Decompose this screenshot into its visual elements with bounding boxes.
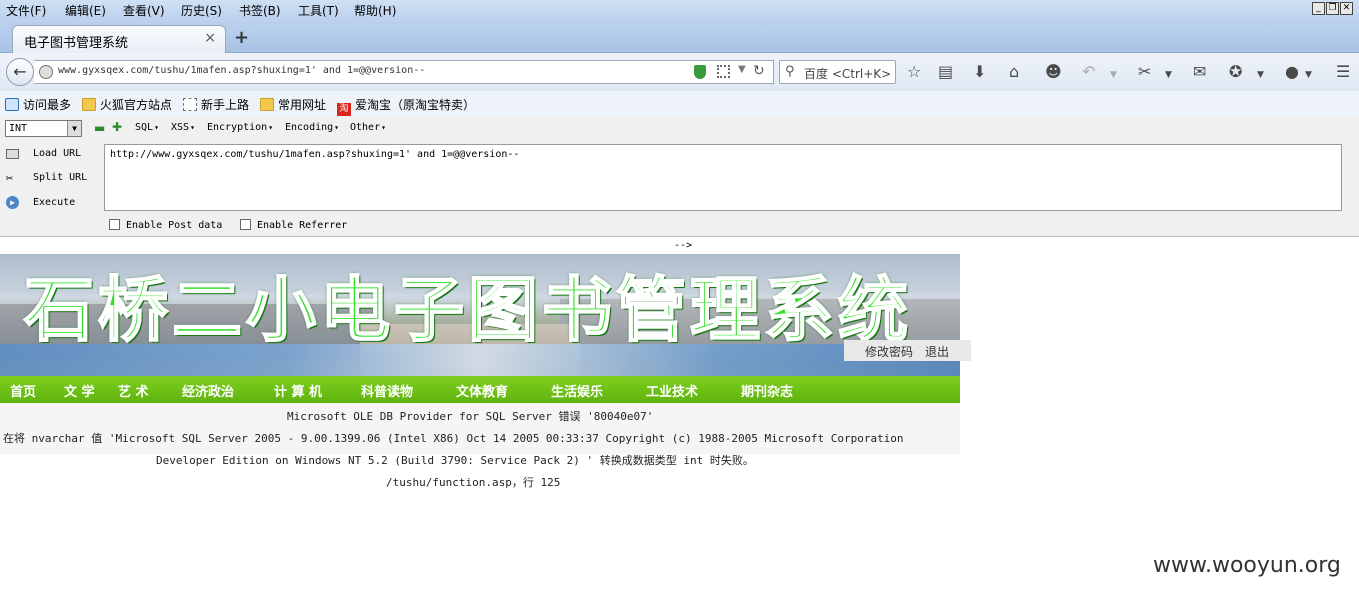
bug-icon[interactable]: ✪ xyxy=(1229,63,1242,81)
menu-bookmarks[interactable]: 书签(B) xyxy=(239,2,281,19)
undo-dropdown-icon[interactable]: ▼ xyxy=(1110,66,1117,84)
sql-menu[interactable]: SQL xyxy=(135,122,159,133)
logout-link[interactable]: 退出 xyxy=(925,343,949,360)
nav-economics[interactable]: 经济政治 xyxy=(182,381,234,400)
taobao-icon: 淘 xyxy=(337,103,351,116)
error-message-line-2: Developer Edition on Windows NT 5.2 (Bui… xyxy=(156,454,754,467)
chat-icon[interactable]: ☻ xyxy=(1045,63,1062,81)
home-icon[interactable]: ⌂ xyxy=(1009,63,1019,81)
account-links: 修改密码 退出 xyxy=(844,340,971,361)
nav-sports-education[interactable]: 文体教育 xyxy=(456,381,508,400)
menu-history[interactable]: 历史(S) xyxy=(181,2,222,19)
tab-title: 电子图书管理系统 xyxy=(24,36,129,51)
checkbox-icon xyxy=(240,219,251,230)
banner-title: 石桥二小电子图书管理系统 xyxy=(23,268,912,352)
nav-popular-science[interactable]: 科普读物 xyxy=(361,381,413,400)
back-button[interactable]: ← xyxy=(6,58,34,86)
url-text[interactable]: www.gyxsqex.com/tushu/1mafen.asp?shuxing… xyxy=(58,65,425,76)
type-select-value: INT xyxy=(9,123,28,134)
search-icon: ⚲ xyxy=(785,64,795,79)
undo-icon[interactable]: ↶ xyxy=(1082,63,1095,81)
nav-home[interactable]: 首页 xyxy=(10,381,36,400)
menu-bar: 文件(F) 编辑(E) 查看(V) 历史(S) 书签(B) 工具(T) 帮助(H… xyxy=(0,0,1359,20)
arrow-left-icon: ← xyxy=(13,62,27,81)
increase-icon[interactable]: ✚ xyxy=(112,120,122,134)
bookmark-firefox-site[interactable]: 火狐官方站点 xyxy=(82,96,172,113)
minimize-icon[interactable]: _ xyxy=(1312,2,1325,15)
window-controls: _ ❐ ✕ xyxy=(1312,2,1353,15)
bookmark-most-visited[interactable]: 访问最多 xyxy=(5,96,71,113)
enable-referrer-checkbox[interactable]: Enable Referrer xyxy=(240,219,347,231)
hackbar-panel: INT ▼ ▬ ✚ SQL XSS Encryption Encoding Ot… xyxy=(0,116,1359,237)
navigation-bar: ← www.gyxsqex.com/tushu/1mafen.asp?shuxi… xyxy=(0,53,1359,91)
search-placeholder: 百度 <Ctrl+K> xyxy=(804,67,892,81)
decrease-icon[interactable]: ▬ xyxy=(94,121,105,135)
menu-help[interactable]: 帮助(H) xyxy=(354,2,396,19)
encoding-menu[interactable]: Encoding xyxy=(285,122,339,133)
bookmark-common-sites[interactable]: 常用网址 xyxy=(260,96,326,113)
other-menu[interactable]: Other xyxy=(350,122,386,133)
nav-industry[interactable]: 工业技术 xyxy=(646,381,698,400)
restore-icon[interactable]: ❐ xyxy=(1326,2,1339,15)
nav-literature[interactable]: 文 学 xyxy=(64,381,95,400)
load-url-icon xyxy=(6,149,19,159)
user-dropdown-icon[interactable]: ▼ xyxy=(1305,66,1312,84)
enable-post-checkbox[interactable]: Enable Post data xyxy=(109,219,222,231)
html-comment-tail: --> xyxy=(674,240,693,251)
tab-strip: 电子图书管理系统 × + xyxy=(0,20,1359,54)
nav-periodicals[interactable]: 期刊杂志 xyxy=(741,381,793,400)
nav-lifestyle[interactable]: 生活娱乐 xyxy=(551,381,603,400)
chevron-down-icon[interactable]: ▼ xyxy=(67,121,81,136)
page-icon xyxy=(183,98,197,111)
type-select[interactable]: INT ▼ xyxy=(5,120,82,137)
url-textarea-value: http://www.gyxsqex.com/tushu/1mafen.asp?… xyxy=(110,149,520,160)
close-window-icon[interactable]: ✕ xyxy=(1340,2,1353,15)
close-icon[interactable]: × xyxy=(204,30,216,46)
download-icon[interactable]: ⬇ xyxy=(973,63,986,81)
watermark: www.wooyun.org xyxy=(1153,553,1341,578)
reading-list-icon[interactable]: ▤ xyxy=(938,63,953,81)
error-location: /tushu/function.asp，行 125 xyxy=(386,476,561,489)
address-bar[interactable]: www.gyxsqex.com/tushu/1mafen.asp?shuxing… xyxy=(34,60,774,84)
bookmark-taobao[interactable]: 淘爱淘宝（原淘宝特卖） xyxy=(337,96,475,116)
xss-menu[interactable]: XSS xyxy=(171,122,195,133)
encryption-menu[interactable]: Encryption xyxy=(207,122,273,133)
scissors-icon: ✂ xyxy=(6,171,14,185)
nav-art[interactable]: 艺 术 xyxy=(118,381,149,400)
visit-icon xyxy=(5,98,19,111)
bookmarks-bar: 访问最多 火狐官方站点 新手上路 常用网址 淘爱淘宝（原淘宝特卖） xyxy=(0,91,1359,116)
shield-icon[interactable] xyxy=(694,65,706,79)
bug-dropdown-icon[interactable]: ▼ xyxy=(1257,66,1264,84)
qr-code-icon[interactable] xyxy=(717,65,730,78)
change-password-link[interactable]: 修改密码 xyxy=(865,343,913,360)
url-textarea[interactable]: http://www.gyxsqex.com/tushu/1mafen.asp?… xyxy=(104,144,1342,211)
search-box[interactable]: ⚲ 百度 <Ctrl+K> xyxy=(779,60,896,84)
site-nav: 首页 文 学 艺 术 经济政治 计 算 机 科普读物 文体教育 生活娱乐 工业技… xyxy=(0,376,960,403)
new-tab-button[interactable]: + xyxy=(234,27,249,48)
nav-computer[interactable]: 计 算 机 xyxy=(274,381,322,400)
dropdown-arrow-icon[interactable]: ▼ xyxy=(738,64,746,75)
menu-file[interactable]: 文件(F) xyxy=(6,2,46,19)
menu-tools[interactable]: 工具(T) xyxy=(298,2,339,19)
bookmark-getting-started[interactable]: 新手上路 xyxy=(183,96,249,113)
play-icon: ▶ xyxy=(6,196,19,209)
menu-view[interactable]: 查看(V) xyxy=(123,2,165,19)
site-banner: 石桥二小电子图书管理系统 xyxy=(0,254,960,376)
user-globe-icon[interactable]: ● xyxy=(1285,63,1299,81)
error-message-line-1: 在将 nvarchar 值 'Microsoft SQL Server 2005… xyxy=(3,432,904,445)
star-icon[interactable]: ☆ xyxy=(907,63,921,81)
crop-icon[interactable]: ✂ xyxy=(1138,63,1151,81)
error-heading: Microsoft OLE DB Provider for SQL Server… xyxy=(287,410,654,423)
folder-icon xyxy=(82,98,96,111)
hamburger-menu-icon[interactable]: ☰ xyxy=(1336,63,1350,81)
checkbox-icon xyxy=(109,219,120,230)
tab-library-system[interactable]: 电子图书管理系统 × xyxy=(12,25,226,54)
menu-edit[interactable]: 编辑(E) xyxy=(65,2,106,19)
folder-icon xyxy=(260,98,274,111)
comment-icon[interactable]: ✉ xyxy=(1193,63,1206,81)
crop-dropdown-icon[interactable]: ▼ xyxy=(1165,66,1172,84)
reload-icon[interactable]: ↻ xyxy=(753,63,765,79)
globe-icon xyxy=(39,65,53,79)
